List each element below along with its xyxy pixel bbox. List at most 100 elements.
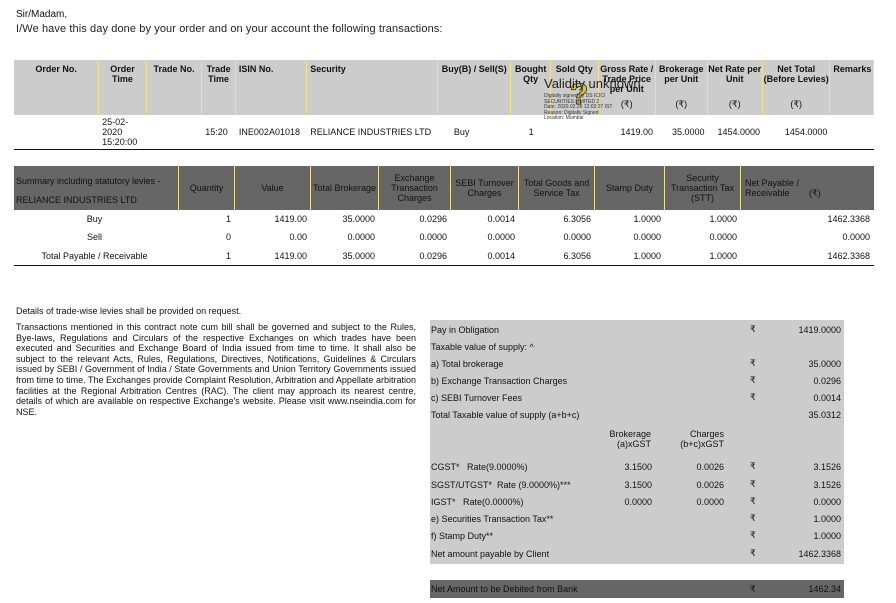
cell-stt: 1.0000 xyxy=(709,214,737,224)
net-payable-row: Net amount payable by Client ₹1462.3368 xyxy=(431,548,841,559)
table-row: 25-02-2020 15:20:00 15:20 INE002A01018 R… xyxy=(14,115,874,150)
cell-brokerage: 35.0000 xyxy=(342,214,375,224)
bank-debit-row: Net Amount to be Debited from Bank ₹ 146… xyxy=(430,580,844,598)
col-gross-rate: Gross Rate / Trade Price per Unit (₹) xyxy=(599,60,657,115)
cell-sold-qty xyxy=(551,115,599,149)
col-sold-qty: Sold Qty xyxy=(551,60,599,115)
trade-table-header: Order No. Order Time Trade No. Trade Tim… xyxy=(14,60,874,115)
cell-buy-sell: Buy xyxy=(453,127,470,137)
cell-exchange: 0.0296 xyxy=(419,250,447,261)
cell-gst: 6.3056 xyxy=(563,214,591,224)
cell-trade-time: 15:20 xyxy=(205,127,228,137)
cell-remarks xyxy=(830,115,874,149)
cell-label: Buy xyxy=(86,214,103,224)
col-remarks: Remarks xyxy=(830,60,874,115)
gst-brokerage-header: Brokerage (a)xGST xyxy=(609,429,651,449)
cell-stt: 1.0000 xyxy=(709,250,737,261)
cell-stt: 0.0000 xyxy=(709,232,737,242)
obligation-summary: Pay in Obligation ₹1419.0000 Taxable valu… xyxy=(430,320,844,564)
cell-security: RELIANCE INDUSTRIES LTD xyxy=(310,127,432,137)
cell-stamp: 0.0000 xyxy=(633,232,661,242)
cell-net-rate: 1454.0000 xyxy=(717,127,760,137)
sgst-row: SGST/UTGST* Rate (9.0000%)*** 3.1500 0.002… xyxy=(431,479,841,490)
total-brokerage-row: a) Total brokerage ₹35.0000 xyxy=(431,358,841,369)
cell-brokerage: 0.0000 xyxy=(347,232,375,242)
cell-value: 0.00 xyxy=(289,232,307,242)
table-row: Sell 0 0.00 0.0000 0.0000 0.0000 0.0000 0.0000 0… xyxy=(14,228,874,246)
col-net-payable: Net Payable / Receivable (₹) xyxy=(745,178,821,198)
levies-note: Details of trade-wise levies shall be pr… xyxy=(16,306,242,316)
cell-net: 0.0000 xyxy=(842,232,870,242)
cell-label: Sell xyxy=(86,232,102,242)
cell-net: 1462.3368 xyxy=(827,214,870,224)
cell-sebi: 0.0000 xyxy=(487,232,515,242)
bank-debit-label: Net Amount to be Debited from Bank xyxy=(431,584,578,594)
currency-label: (₹) xyxy=(728,99,741,109)
col-stt: Security Transaction Tax (STT) xyxy=(665,166,741,210)
cell-net-total: 1454.0000 xyxy=(784,127,828,137)
igst-row: IGST* Rate(0.0000%) 0.0000 0.0000 ₹0.0000 xyxy=(431,496,841,507)
cell-bought-qty: 1 xyxy=(528,127,534,137)
table-row: Total Payable / Receivable 1 1419.00 35.000… xyxy=(14,246,874,266)
cell-stamp: 1.0000 xyxy=(633,250,661,261)
intro-text: I/We have this day done by your order an… xyxy=(16,23,443,35)
currency-label: (₹) xyxy=(620,99,633,109)
col-order-no: Order No. xyxy=(14,60,100,115)
cell-label: Total Payable / Receivable xyxy=(41,250,148,261)
col-order-time: Order Time xyxy=(99,60,147,115)
total-taxable-row: Total Taxable value of supply (a+b+c) 35.… xyxy=(431,409,841,420)
col-trade-no: Trade No. xyxy=(147,60,203,115)
cell-sebi: 0.0014 xyxy=(487,250,515,261)
currency-symbol: ₹ xyxy=(750,584,756,594)
col-quantity: Quantity xyxy=(179,166,235,210)
stt-row: e) Securities Transaction Tax** ₹1.0000 xyxy=(431,513,841,524)
cell-sebi: 0.0014 xyxy=(487,214,515,224)
col-brokerage: Brokerage per Unit (₹) xyxy=(656,60,708,115)
cell-brokerage: 35.0000 xyxy=(342,250,375,261)
cell-gst: 0.0000 xyxy=(563,232,591,242)
col-sebi-charges: SEBI Turnover Charges xyxy=(451,166,519,210)
col-net-rate: Net Rate per Unit (₹) xyxy=(708,60,764,115)
cell-exchange: 0.0296 xyxy=(419,214,447,224)
summary-table-header: Summary including statutory levies - REL… xyxy=(14,166,874,210)
bank-debit-value: 1462.34 xyxy=(808,584,841,594)
col-net-total: Net Total (Before Levies) (₹) xyxy=(763,60,831,115)
cell-exchange: 0.0000 xyxy=(419,232,447,242)
col-exchange-charges: Exchange Transaction Charges xyxy=(379,166,451,210)
cell-brokerage: 35.0000 xyxy=(671,127,705,137)
sebi-fees-row: c) SEBI Turnover Fees ₹0.0014 xyxy=(431,392,841,403)
cell-value: 1419.00 xyxy=(274,250,307,261)
cell-gross-rate: 1419.00 xyxy=(620,127,653,137)
cgst-row: CGST* Rate(9.0000%) 3.1500 0.0026 ₹3.1526 xyxy=(431,461,841,472)
currency-label: (₹) xyxy=(675,99,688,109)
cell-order-no xyxy=(14,115,99,149)
cell-order-time: 25-02-2020 15:20:00 xyxy=(102,117,138,147)
currency-label: (₹) xyxy=(790,99,803,109)
cell-value: 1419.00 xyxy=(274,214,307,224)
cell-gst: 6.3056 xyxy=(563,250,591,261)
col-stamp-duty: Stamp Duty xyxy=(595,166,665,210)
cell-quantity: 1 xyxy=(225,250,231,261)
cell-stamp: 1.0000 xyxy=(633,214,661,224)
salutation: Sir/Madam, xyxy=(16,9,68,20)
col-isin: ISIN No. xyxy=(236,60,308,115)
col-gst: Total Goods and Service Tax xyxy=(519,166,595,210)
summary-title: Summary including statutory levies - REL… xyxy=(14,166,179,210)
cell-quantity: 1 xyxy=(225,214,231,224)
trade-table: Order No. Order Time Trade No. Trade Tim… xyxy=(14,60,874,150)
stamp-duty-row: f) Stamp Duty** ₹1.0000 xyxy=(431,530,841,541)
cell-trade-no xyxy=(147,115,202,149)
summary-table: Summary including statutory levies - REL… xyxy=(14,166,874,266)
cell-net: 1462.3368 xyxy=(827,250,870,261)
col-bought-qty: Bought Qty xyxy=(511,60,551,115)
legal-disclaimer: Transactions mentioned in this contract … xyxy=(16,322,416,417)
col-value: Value xyxy=(235,166,311,210)
exchange-charges-row: b) Exchange Transaction Charges ₹0.0296 xyxy=(431,375,841,386)
cell-isin: INE002A01018 xyxy=(238,127,300,137)
gst-charges-header: Charges (b+c)xGST xyxy=(680,429,724,449)
col-trade-time: Trade Time xyxy=(202,60,236,115)
table-row: Buy 1 1419.00 35.0000 0.0296 0.0014 6.3056 1.00… xyxy=(14,210,874,228)
col-buy-sell: Buy(B) / Sell(S) xyxy=(438,60,512,115)
taxable-heading-row: Taxable value of supply: ^ xyxy=(431,341,534,352)
pay-in-obligation-row: Pay in Obligation ₹1419.0000 xyxy=(431,324,841,335)
